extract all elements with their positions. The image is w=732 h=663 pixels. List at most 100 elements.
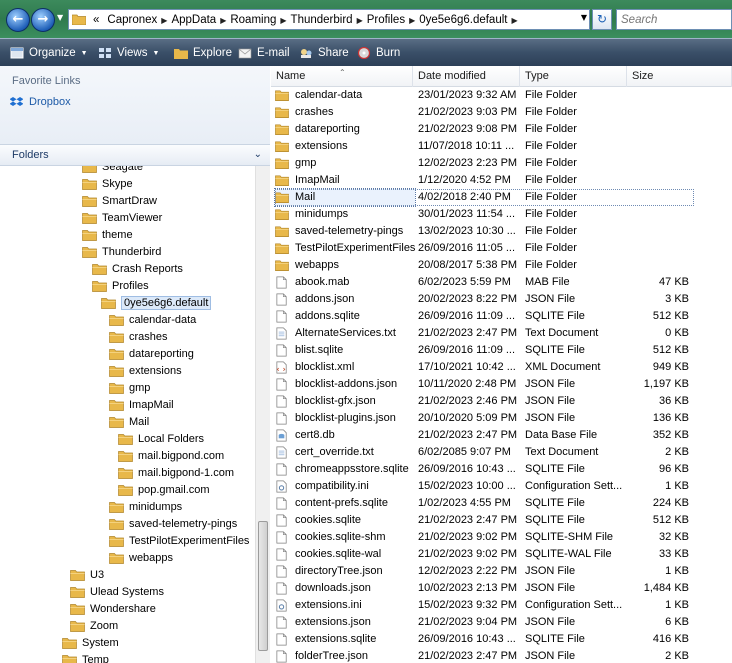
chevron-down-icon[interactable]: ⌄ <box>254 149 262 160</box>
tree-item[interactable]: theme <box>82 226 133 243</box>
forward-button[interactable]: → <box>31 8 55 32</box>
tree-item[interactable]: Ulead Systems <box>70 583 164 600</box>
organize-button[interactable]: Organize ▼ <box>10 45 88 61</box>
file-name-cell: extensions.sqlite <box>275 631 415 648</box>
breadcrumb-item[interactable]: 0ye5e6g6.default <box>415 14 511 26</box>
file-row[interactable]: addons.json 20/02/2023 8:22 PM JSON File 3 … <box>271 291 732 308</box>
file-row[interactable]: crashes 21/02/2023 9:03 PM File Folder <box>271 104 732 121</box>
folder-icon <box>109 552 124 564</box>
tree-item[interactable]: SmartDraw <box>82 192 157 209</box>
column-header-size[interactable]: Size <box>627 66 732 87</box>
favorite-link-dropbox[interactable]: Dropbox <box>10 96 71 108</box>
file-row[interactable]: extensions.json 21/02/2023 9:04 PM JSON Fi… <box>271 614 732 631</box>
file-row[interactable]: cookies.sqlite-shm 21/02/2023 9:02 PM SQLI… <box>271 529 732 546</box>
file-row[interactable]: AlternateServices.txt 21/02/2023 2:47 PM T… <box>271 325 732 342</box>
file-row[interactable]: blist.sqlite 26/09/2016 11:09 ... SQLITE F… <box>271 342 732 359</box>
file-row[interactable]: downloads.json 10/02/2023 2:13 PM JSON Fil… <box>271 580 732 597</box>
tree-item[interactable]: Zoom <box>70 617 118 634</box>
tree-item[interactable]: 0ye5e6g6.default <box>101 294 212 311</box>
tree-item[interactable]: Skype <box>82 175 133 192</box>
column-header-name[interactable]: ⌃ Name <box>271 66 413 87</box>
column-header-date[interactable]: Date modified <box>413 66 520 87</box>
breadcrumb-item[interactable]: Roaming <box>226 14 280 26</box>
file-row[interactable]: webapps 20/08/2017 5:38 PM File Folder <box>271 257 732 274</box>
file-row[interactable]: folderTree.json 21/02/2023 2:47 PM JSON Fi… <box>271 648 732 663</box>
tree-item[interactable]: webapps <box>109 549 173 566</box>
email-button[interactable]: E-mail <box>238 45 290 61</box>
file-row[interactable]: TestPilotExperimentFiles 26/09/2016 11:05… <box>271 240 732 257</box>
file-row[interactable]: directoryTree.json 12/02/2023 2:22 PM JSON… <box>271 563 732 580</box>
file-row[interactable]: blocklist-gfx.json 21/02/2023 2:46 PM JSON… <box>271 393 732 410</box>
refresh-button[interactable]: ↻ <box>592 9 612 30</box>
folders-header[interactable]: Folders ⌄ <box>0 144 270 166</box>
tree-item[interactable]: crashes <box>109 328 168 345</box>
file-name-cell: gmp <box>275 155 415 172</box>
share-button[interactable]: Share <box>299 45 349 61</box>
file-row[interactable]: extensions.sqlite 26/09/2016 10:43 ... SQL… <box>271 631 732 648</box>
file-row[interactable]: extensions.ini 15/02/2023 9:32 PM Configur… <box>271 597 732 614</box>
breadcrumb-separator-icon[interactable]: ▶ <box>511 16 517 25</box>
tree-item[interactable]: saved-telemetry-pings <box>109 515 237 532</box>
file-row[interactable]: blocklist-addons.json 10/11/2020 2:48 PM J… <box>271 376 732 393</box>
tree-item[interactable]: gmp <box>109 379 150 396</box>
tree-item[interactable]: Wondershare <box>70 600 156 617</box>
tree-item[interactable]: calendar-data <box>109 311 196 328</box>
tree-item[interactable]: ImapMail <box>109 396 174 413</box>
file-row[interactable]: blocklist-plugins.json 20/10/2020 5:09 PM… <box>271 410 732 427</box>
tree-item[interactable]: System <box>62 634 119 651</box>
search-input[interactable] <box>621 12 727 28</box>
file-row[interactable]: content-prefs.sqlite 1/02/2023 4:55 PM SQL… <box>271 495 732 512</box>
tree-item-label: Profiles <box>112 279 149 292</box>
file-row[interactable]: cert_override.txt 6/02/2085 9:07 PM Text D… <box>271 444 732 461</box>
tree-item[interactable]: minidumps <box>109 498 182 515</box>
file-row[interactable]: addons.sqlite 26/09/2016 11:09 ... SQLITE … <box>271 308 732 325</box>
tree-item[interactable]: Thunderbird <box>82 243 161 260</box>
column-header-type[interactable]: Type <box>520 66 627 87</box>
file-type: JSON File <box>525 565 576 577</box>
file-row[interactable]: extensions 11/07/2018 10:11 ... File Folde… <box>271 138 732 155</box>
tree-item[interactable]: extensions <box>109 362 182 379</box>
file-row[interactable]: cookies.sqlite-wal 21/02/2023 9:02 PM SQLI… <box>271 546 732 563</box>
file-row[interactable]: saved-telemetry-pings 13/02/2023 10:30 ..… <box>271 223 732 240</box>
file-row[interactable]: chromeappsstore.sqlite 26/09/2016 10:43 .… <box>271 461 732 478</box>
explore-button[interactable]: Explore <box>174 45 232 61</box>
file-row[interactable]: cert8.db 21/02/2023 2:47 PM Data Base File… <box>271 427 732 444</box>
file-row[interactable]: blocklist.xml 17/10/2021 10:42 ... XML Doc… <box>271 359 732 376</box>
recent-pages-dropdown[interactable]: ▼ <box>57 13 67 25</box>
tree-item[interactable]: Temp <box>62 651 109 663</box>
tree-item[interactable]: pop.gmail.com <box>118 481 210 498</box>
file-row[interactable]: ImapMail 1/12/2020 4:52 PM File Folder <box>271 172 732 189</box>
address-dropdown-icon[interactable]: ▼ <box>581 13 587 22</box>
tree-item[interactable]: U3 <box>70 566 104 583</box>
breadcrumb-item[interactable]: Profiles <box>363 14 409 26</box>
folder-icon <box>72 14 86 25</box>
tree-item[interactable]: mail.bigpond.com <box>118 447 224 464</box>
tree-item[interactable]: Seagate <box>82 166 143 175</box>
tree-item[interactable]: Mail <box>109 413 149 430</box>
breadcrumb-overflow[interactable]: « <box>89 14 103 26</box>
file-row[interactable]: calendar-data 23/01/2023 9:32 AM File Fold… <box>271 87 732 104</box>
breadcrumb-item[interactable]: Capronex <box>103 14 161 26</box>
file-row[interactable]: Mail 4/02/2018 2:40 PM File Folder <box>271 188 732 207</box>
back-button[interactable]: ← <box>6 8 30 32</box>
file-row[interactable]: minidumps 30/01/2023 11:54 ... File Folder <box>271 206 732 223</box>
file-row[interactable]: datareporting 21/02/2023 9:08 PM File Fold… <box>271 121 732 138</box>
tree-item[interactable]: TeamViewer <box>82 209 162 226</box>
file-row[interactable]: gmp 12/02/2023 2:23 PM File Folder <box>271 155 732 172</box>
file-row[interactable]: compatibility.ini 15/02/2023 10:00 ... Con… <box>271 478 732 495</box>
tree-item[interactable]: mail.bigpond-1.com <box>118 464 234 481</box>
folder-tree-scrollbar[interactable] <box>255 166 270 663</box>
tree-item[interactable]: Profiles <box>92 277 149 294</box>
breadcrumb-item[interactable]: AppData <box>167 14 220 26</box>
tree-item[interactable]: datareporting <box>109 345 194 362</box>
scrollbar-thumb[interactable] <box>258 521 268 651</box>
tree-item[interactable]: TestPilotExperimentFiles <box>109 532 249 549</box>
views-button[interactable]: Views ▼ <box>98 45 159 61</box>
tree-item[interactable]: Crash Reports <box>92 260 183 277</box>
tree-item[interactable]: Local Folders <box>118 430 204 447</box>
breadcrumb-item[interactable]: Thunderbird <box>287 14 357 26</box>
burn-button[interactable]: Burn <box>357 45 400 61</box>
breadcrumb[interactable]: «Capronex ▶ AppData ▶ Roaming ▶ Thunderbird ▶ Pr… <box>68 9 590 30</box>
file-row[interactable]: abook.mab 6/02/2023 5:59 PM MAB File 47 KB <box>271 274 732 291</box>
file-row[interactable]: cookies.sqlite 21/02/2023 2:47 PM SQLITE F… <box>271 512 732 529</box>
